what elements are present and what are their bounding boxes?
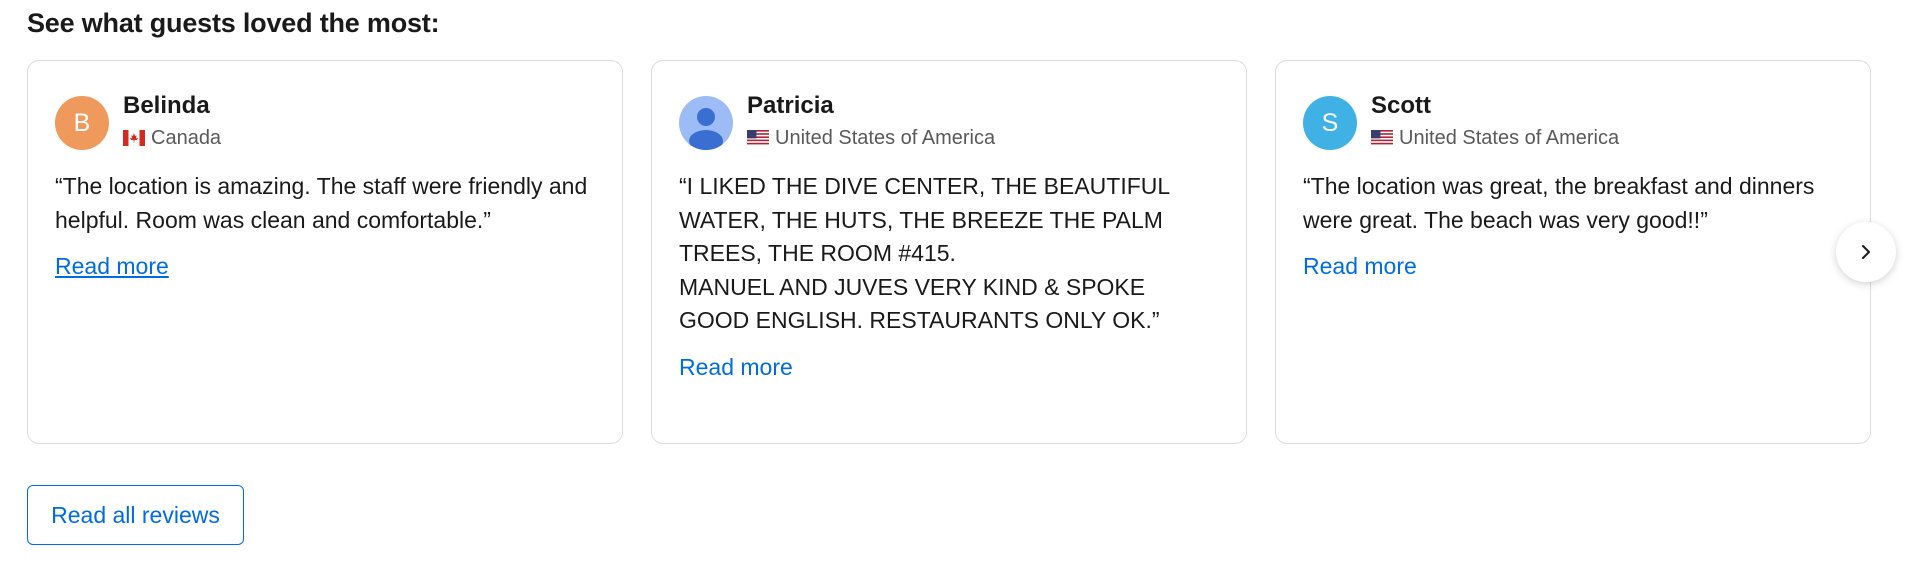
avatar: B — [55, 96, 109, 150]
reviewer-country: United States of America — [775, 127, 996, 149]
avatar: S — [1303, 96, 1357, 150]
usa-flag-icon — [747, 130, 769, 146]
reviewer-header: S Scott United States of America — [1303, 91, 1843, 150]
review-carousel: B Belinda Canada “The location is amazin… — [27, 60, 1871, 444]
read-more-link[interactable]: Read more — [55, 251, 169, 281]
review-text: “The location is amazing. The staff were… — [55, 173, 588, 233]
reviewer-name: Scott — [1371, 92, 1431, 119]
review-card: S Scott United States of America “The lo… — [1275, 60, 1871, 444]
review-card: B Belinda Canada “The location is amazin… — [27, 60, 623, 444]
review-text: “The location was great, the breakfast a… — [1303, 173, 1815, 233]
reviewer-name: Patricia — [747, 92, 834, 119]
reviewer-header: B Belinda Canada — [55, 91, 595, 150]
usa-flag-icon — [1371, 130, 1393, 146]
avatar — [679, 96, 733, 150]
avatar-initial: S — [1321, 108, 1339, 137]
reviewer-name: Belinda — [123, 92, 210, 119]
avatar-initial: B — [73, 108, 91, 137]
review-text: “I LIKED THE DIVE CENTER, THE BEAUTIFUL … — [679, 173, 1170, 333]
carousel-next-button[interactable] — [1836, 222, 1896, 282]
read-more-link[interactable]: Read more — [1303, 251, 1417, 281]
review-card: Patricia United States of America “I LIK… — [651, 60, 1247, 444]
reviewer-header: Patricia United States of America — [679, 91, 1219, 150]
chevron-right-icon — [1862, 245, 1870, 259]
section-title: See what guests loved the most: — [27, 8, 440, 38]
read-more-link[interactable]: Read more — [679, 352, 793, 382]
reviewer-country: Canada — [151, 127, 222, 149]
canada-flag-icon — [123, 130, 145, 146]
read-all-reviews-button[interactable]: Read all reviews — [27, 485, 244, 545]
default-user-icon — [689, 108, 723, 150]
reviewer-country: United States of America — [1399, 127, 1620, 149]
